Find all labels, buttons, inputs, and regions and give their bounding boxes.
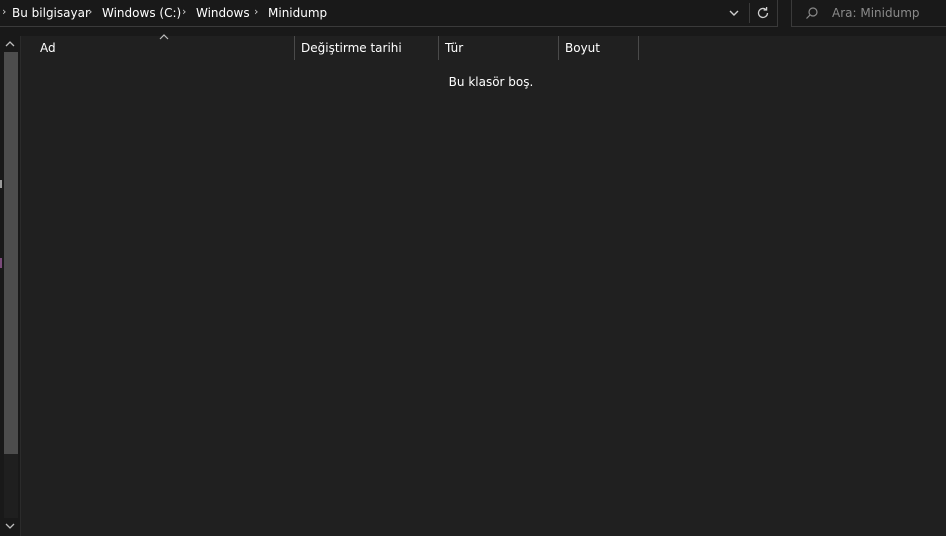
navigation-bar: › Bu bilgisayar › Windows (C:) › Windows… <box>0 0 946 28</box>
file-list: Ad Değiştirme tarihi Tür Boyut Bu klasör… <box>21 34 946 536</box>
search-icon <box>804 5 820 21</box>
breadcrumb-chevron-icon[interactable]: › <box>254 5 258 19</box>
column-separator[interactable] <box>294 36 295 60</box>
breadcrumb-item-windows[interactable]: Windows <box>196 5 250 21</box>
refresh-icon <box>757 7 769 19</box>
nav-edge-marker <box>0 180 2 188</box>
nav-edge-marker <box>0 258 2 268</box>
column-separator[interactable] <box>638 36 639 60</box>
scrollbar-thumb[interactable] <box>4 52 18 454</box>
navigation-pane <box>0 36 20 536</box>
search-input[interactable]: Ara: Minidump <box>791 0 946 27</box>
column-header-name[interactable]: Ad <box>40 36 56 60</box>
breadcrumb-item-windows-c[interactable]: Windows (C:) <box>102 5 181 21</box>
chevron-down-icon <box>729 10 739 16</box>
column-header-type[interactable]: Tür <box>445 36 463 60</box>
sort-ascending-icon <box>158 32 170 42</box>
address-bar[interactable]: › Bu bilgisayar › Windows (C:) › Windows… <box>0 0 778 27</box>
scroll-down-icon[interactable] <box>3 520 17 532</box>
file-explorer-window: › Bu bilgisayar › Windows (C:) › Windows… <box>0 0 946 536</box>
chevron-down-icon[interactable] <box>726 5 742 21</box>
breadcrumb-chevron-icon[interactable]: › <box>2 5 6 19</box>
scroll-up-icon[interactable] <box>3 38 17 50</box>
breadcrumb-chevron-icon[interactable]: › <box>182 5 186 19</box>
breadcrumb-item-minidump[interactable]: Minidump <box>268 5 327 21</box>
column-separator[interactable] <box>438 36 439 60</box>
refresh-icon[interactable] <box>754 4 772 22</box>
breadcrumb-chevron-icon[interactable]: › <box>88 5 92 19</box>
breadcrumb-item-this-pc[interactable]: Bu bilgisayar <box>12 5 90 21</box>
column-header-size[interactable]: Boyut <box>565 36 600 60</box>
column-separator[interactable] <box>558 36 559 60</box>
search-placeholder: Ara: Minidump <box>832 6 920 20</box>
empty-folder-message: Bu klasör boş. <box>448 75 534 89</box>
column-header-date-modified[interactable]: Değiştirme tarihi <box>301 36 402 60</box>
address-bar-divider <box>749 3 750 23</box>
